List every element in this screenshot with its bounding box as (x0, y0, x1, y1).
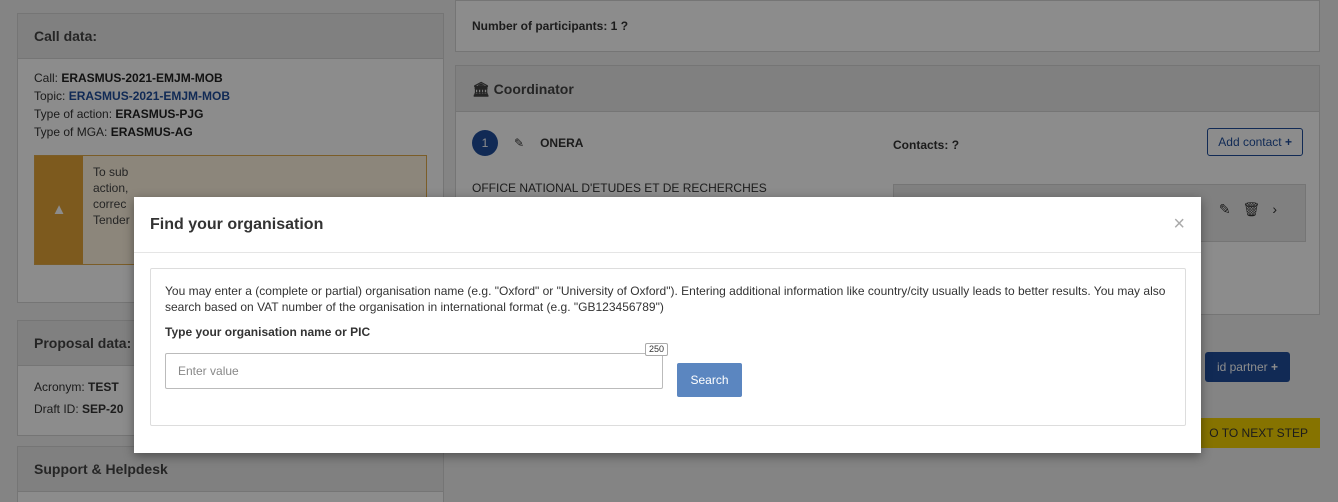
find-organisation-modal: Find your organisation × You may enter a… (134, 197, 1201, 453)
search-field-label: Type your organisation name or PIC (165, 325, 371, 339)
close-icon[interactable]: × (1173, 213, 1185, 236)
char-counter: 250 (644, 343, 668, 356)
modal-title: Find your organisation (150, 215, 324, 233)
search-instructions: You may enter a (complete or partial) or… (165, 284, 1166, 314)
search-button[interactable]: Search (677, 363, 742, 397)
organisation-search-input[interactable] (165, 353, 663, 389)
search-form: You may enter a (complete or partial) or… (150, 268, 1186, 426)
